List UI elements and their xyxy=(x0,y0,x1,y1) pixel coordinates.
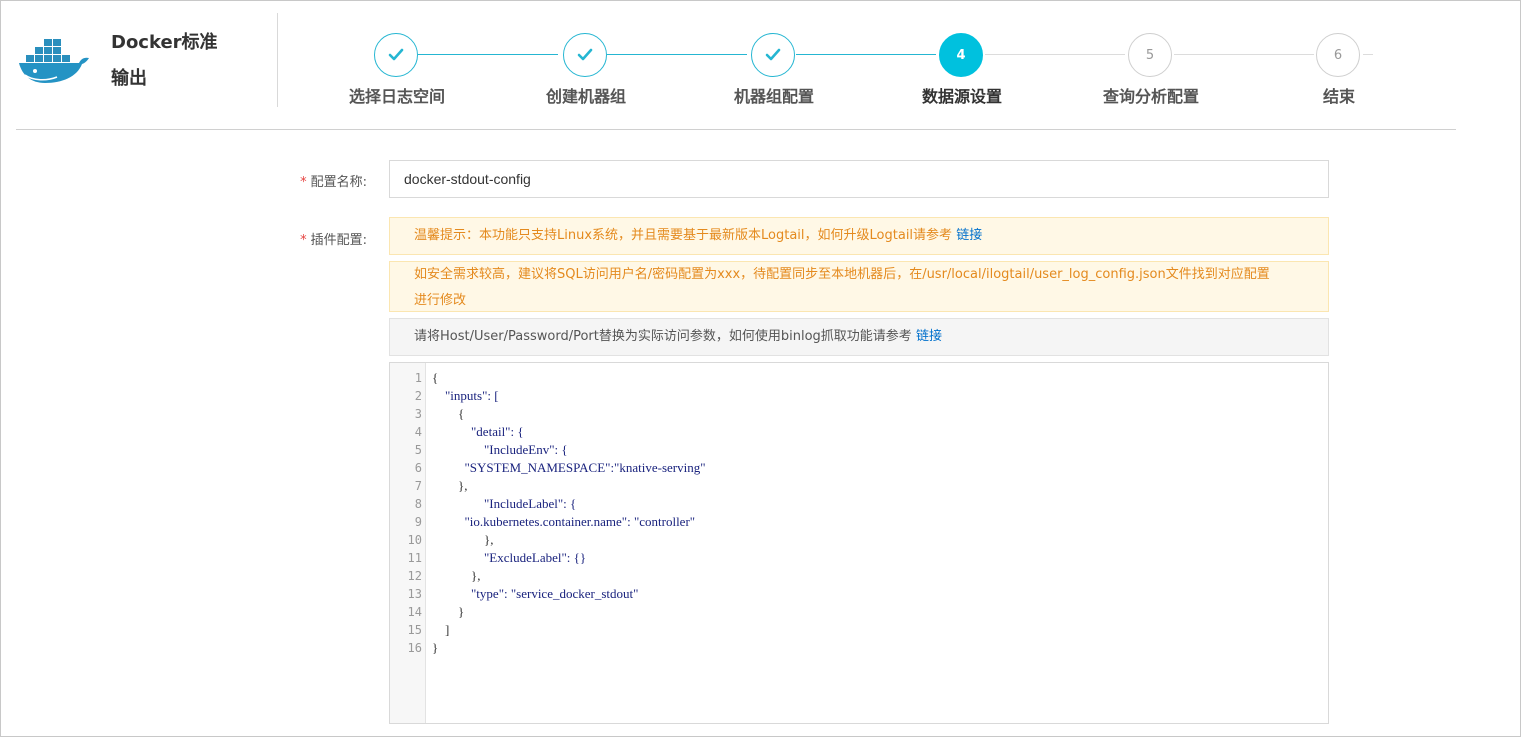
code-line: }, xyxy=(432,478,468,493)
code-line: }, xyxy=(432,532,494,547)
line-number: 16 xyxy=(407,641,422,655)
step-connector-3 xyxy=(796,54,936,55)
step-4-label[interactable]: 数据源设置 xyxy=(872,83,1052,107)
line-number: 9 xyxy=(414,515,422,529)
line-number: 2 xyxy=(414,389,422,403)
line-number: 8 xyxy=(414,497,422,511)
config-name-input[interactable] xyxy=(389,160,1329,198)
check-icon xyxy=(577,48,593,61)
step-2-circle[interactable] xyxy=(563,33,607,77)
step-1-label[interactable]: 选择日志空间 xyxy=(307,83,487,107)
line-number: 10 xyxy=(407,533,422,547)
notice-linux-only: 温馨提示：本功能只支持Linux系统，并且需要基于最新版本Logtail，如何升… xyxy=(389,217,1329,255)
line-number: 11 xyxy=(407,551,422,565)
line-number: 13 xyxy=(407,587,422,601)
code-line: }, xyxy=(432,568,481,583)
header-separator xyxy=(16,129,1456,130)
step-connector-6 xyxy=(1363,54,1373,55)
plugin-config-editor[interactable]: 1 2 3 4 5 6 7 8 9 10 11 12 13 14 15 16 {… xyxy=(389,362,1329,724)
line-number: 1 xyxy=(414,371,422,385)
notice-linux-only-text: 温馨提示：本功能只支持Linux系统，并且需要基于最新版本Logtail，如何升… xyxy=(414,228,953,243)
required-mark: * xyxy=(300,175,307,190)
code-line: "IncludeEnv": { xyxy=(432,442,568,457)
step-connector-2 xyxy=(607,54,747,55)
check-icon xyxy=(765,48,781,61)
code-line: "SYSTEM_NAMESPACE":"knative-serving" xyxy=(432,460,706,475)
code-line: "type": "service_docker_stdout" xyxy=(432,586,639,601)
notice-security: 如安全需求较高，建议将SQL访问用户名/密码配置为xxx，待配置同步至本地机器后… xyxy=(389,261,1329,312)
line-number: 15 xyxy=(407,623,422,637)
code-line: ] xyxy=(432,622,450,637)
step-4-circle[interactable]: 4 xyxy=(939,33,983,77)
step-5-label[interactable]: 查询分析配置 xyxy=(1061,83,1241,107)
code-line: } xyxy=(432,604,465,619)
step-5-circle[interactable]: 5 xyxy=(1128,33,1172,77)
editor-gutter: 1 2 3 4 5 6 7 8 9 10 11 12 13 14 15 16 xyxy=(390,363,426,723)
line-number: 12 xyxy=(407,569,422,583)
notice-security-line1: 如安全需求较高，建议将SQL访问用户名/密码配置为xxx，待配置同步至本地机器后… xyxy=(414,267,1270,282)
code-line: { xyxy=(432,370,439,385)
line-number: 14 xyxy=(407,605,422,619)
line-number: 3 xyxy=(414,407,422,421)
step-connector-1 xyxy=(418,54,558,55)
notice-linux-only-link[interactable]: 链接 xyxy=(956,228,982,243)
line-number: 6 xyxy=(414,461,422,475)
notice-binlog-text: 请将Host/User/Password/Port替换为实际访问参数，如何使用b… xyxy=(414,329,912,344)
step-6-circle[interactable]: 6 xyxy=(1316,33,1360,77)
config-name-label: * 配置名称: xyxy=(247,171,367,190)
code-line: } xyxy=(432,640,439,655)
step-3-label[interactable]: 机器组配置 xyxy=(684,83,864,107)
code-line: "inputs": [ xyxy=(432,388,499,403)
required-mark: * xyxy=(300,233,307,248)
config-name-label-text: 配置名称: xyxy=(310,175,367,190)
step-1-circle[interactable] xyxy=(374,33,418,77)
line-number: 7 xyxy=(414,479,422,493)
notice-binlog-link[interactable]: 链接 xyxy=(916,329,942,344)
notice-security-line2: 进行修改 xyxy=(414,293,467,308)
code-line: "IncludeLabel": { xyxy=(432,496,577,511)
code-line: { xyxy=(432,406,465,421)
line-number: 5 xyxy=(414,443,422,457)
step-2-label[interactable]: 创建机器组 xyxy=(496,83,676,107)
code-line: "io.kubernetes.container.name": "control… xyxy=(432,514,696,529)
step-connector-5 xyxy=(1174,54,1314,55)
plugin-config-label: * 插件配置: xyxy=(247,229,367,248)
code-line: "detail": { xyxy=(432,424,524,439)
plugin-config-label-text: 插件配置: xyxy=(310,233,367,248)
editor-code-area[interactable]: { "inputs": [ { "detail": { "IncludeEnv"… xyxy=(426,363,1328,723)
line-number: 4 xyxy=(414,425,422,439)
code-line: "ExcludeLabel": {} xyxy=(432,550,587,565)
check-icon xyxy=(388,48,404,61)
notice-binlog: 请将Host/User/Password/Port替换为实际访问参数，如何使用b… xyxy=(389,318,1329,356)
step-6-label[interactable]: 结束 xyxy=(1249,83,1429,107)
step-3-circle[interactable] xyxy=(751,33,795,77)
wizard-stepper: 4 5 6 选择日志空间 创建机器组 机器组配置 数据源设置 查询分析配置 结束 xyxy=(1,1,1521,121)
app-frame: Docker标准 输出 4 5 6 选择日志空间 创建机器组 机器组配置 数据源… xyxy=(0,0,1521,737)
step-connector-4 xyxy=(985,54,1125,55)
